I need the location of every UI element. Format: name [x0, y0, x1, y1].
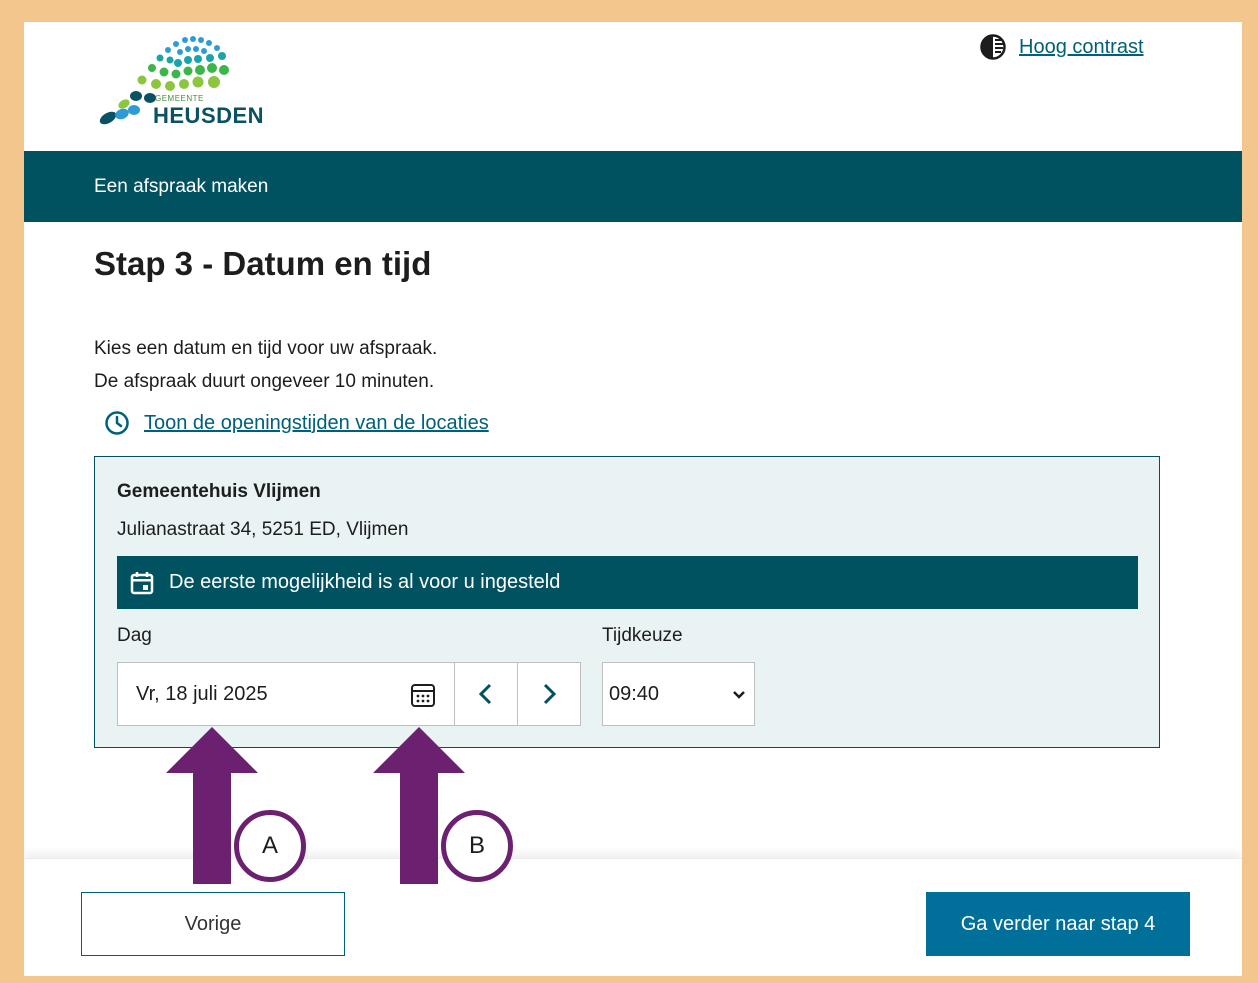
date-input[interactable]: Vr, 18 juli 2025 [117, 662, 455, 726]
intro-line-1: Kies een datum en tijd voor uw afspraak. [94, 338, 438, 359]
clock-icon [105, 411, 129, 435]
first-availability-notice: De eerste mogelijkheid is al voor u inge… [117, 556, 1138, 609]
footer-actions: Vorige Ga verder naar stap 4 [24, 858, 1242, 976]
marker-b-label: B [468, 832, 485, 859]
contrast-icon [980, 34, 1006, 60]
annotation-marker-a: A [234, 810, 306, 882]
calendar-picker-icon[interactable] [410, 682, 436, 708]
logo-wordmark: HEUSDEN [153, 103, 265, 128]
calendar-event-icon [130, 571, 154, 594]
location-address: Julianastraat 34, 5251 ED, Vlijmen [117, 519, 409, 540]
logo-subtitle: GEMEENTE [155, 94, 204, 103]
chevron-left-icon [478, 683, 492, 705]
time-label: Tijdkeuze [602, 625, 683, 646]
opening-hours-toggle[interactable]: Toon de openingstijden van de locaties [104, 410, 489, 436]
previous-button[interactable]: Vorige [81, 892, 345, 956]
notice-text: De eerste mogelijkheid is al voor u inge… [169, 571, 561, 593]
page-frame: GEMEENTE HEUSDEN Hoog contrast Een afspr… [24, 22, 1242, 976]
high-contrast-link[interactable]: Hoog contrast [1019, 36, 1144, 59]
day-label: Dag [117, 625, 152, 646]
date-value: Vr, 18 juli 2025 [136, 682, 268, 705]
page-title: Stap 3 - Datum en tijd [94, 245, 432, 282]
annotation-marker-b: B [441, 810, 513, 882]
next-day-button[interactable] [517, 662, 581, 726]
chevron-right-icon [543, 683, 557, 705]
site-header: GEMEENTE HEUSDEN Hoog contrast [24, 22, 1242, 151]
time-value: 09:40 [609, 682, 660, 705]
intro-text: Kies een datum en tijd voor uw afspraak.… [94, 332, 437, 398]
opening-hours-link[interactable]: Toon de openingstijden van de locaties [144, 412, 489, 435]
location-name: Gemeentehuis Vlijmen [117, 481, 321, 502]
location-card: Gemeentehuis Vlijmen Julianastraat 34, 5… [94, 456, 1160, 748]
previous-day-button[interactable] [454, 662, 518, 726]
marker-a-label: A [261, 832, 278, 859]
chevron-down-icon [733, 691, 745, 699]
next-step-button[interactable]: Ga verder naar stap 4 [926, 892, 1190, 956]
high-contrast-toggle[interactable]: Hoog contrast [979, 33, 1144, 61]
nav-title: Een afspraak maken [94, 175, 269, 197]
intro-line-2: De afspraak duurt ongeveer 10 minuten. [94, 371, 435, 392]
time-select[interactable]: 09:40 [602, 662, 755, 726]
top-nav-bar: Een afspraak maken [24, 151, 1242, 222]
